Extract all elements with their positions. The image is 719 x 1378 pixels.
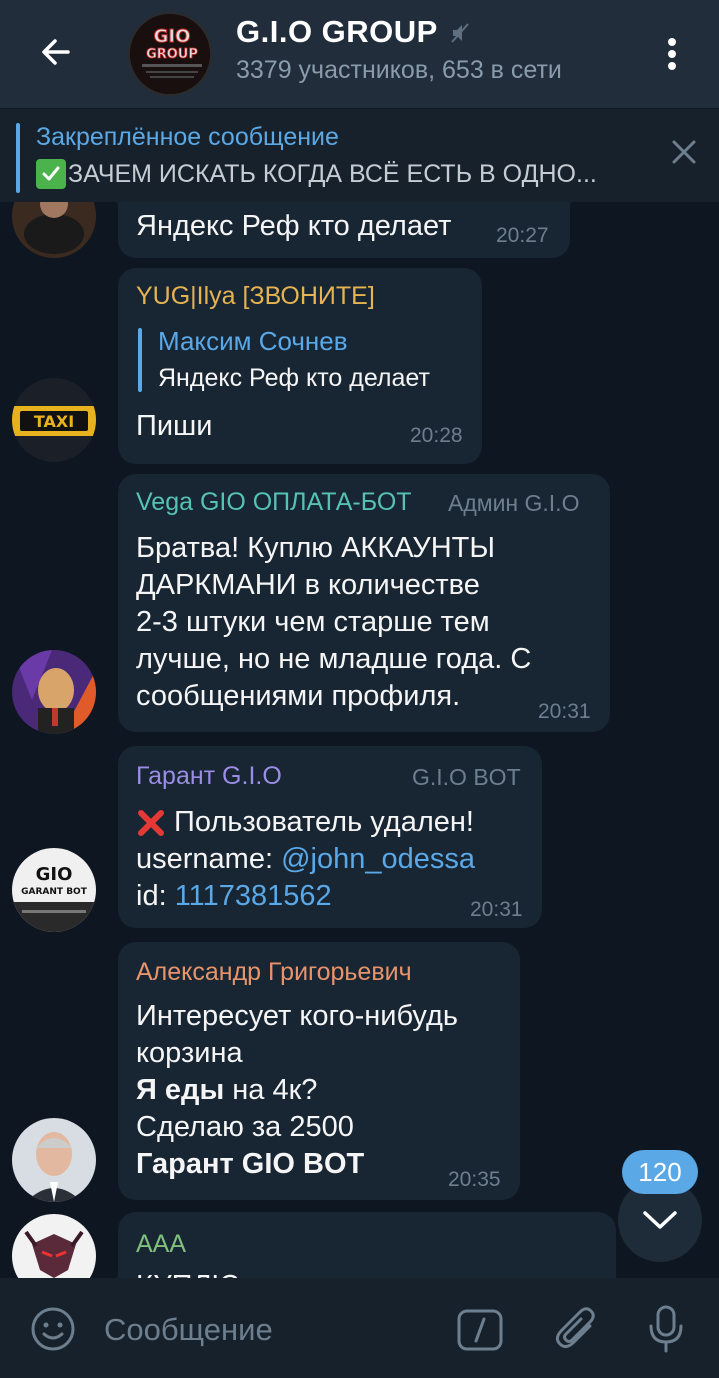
message-line: Пользователь удален! xyxy=(174,806,474,838)
sender-name[interactable]: Гарант G.I.O xyxy=(136,762,282,791)
message-line: ДАРКМАНИ в количестве xyxy=(136,569,480,601)
username-link[interactable]: @john_odessa xyxy=(281,843,475,875)
message-time: 20:31 xyxy=(470,898,523,921)
arrow-left-icon xyxy=(42,39,70,65)
reply-quote-bar xyxy=(138,328,142,392)
pinned-text: ЗАЧЕМ ИСКАТЬ КОГДА ВСЁ ЕСТЬ В ОДНО... xyxy=(36,159,646,189)
message-bubble[interactable]: Vega GIO ОПЛАТА-БОТ Админ G.I.O Братва! … xyxy=(118,474,610,732)
pinned-text-content: ЗАЧЕМ ИСКАТЬ КОГДА ВСЁ ЕСТЬ В ОДНО... xyxy=(68,159,597,188)
check-mark-icon xyxy=(36,159,66,189)
unread-count-badge[interactable]: 120 xyxy=(622,1150,698,1194)
sender-name[interactable]: Vega GIO ОПЛАТА-БОТ xyxy=(136,488,412,517)
message-input[interactable] xyxy=(104,1308,434,1352)
close-pinned-button[interactable] xyxy=(664,132,704,172)
sender-name[interactable]: Александр Григорьевич xyxy=(136,958,412,987)
chevron-down-icon xyxy=(643,1211,677,1229)
message-bold: Гарант GIO BOT xyxy=(136,1148,365,1180)
message-bubble[interactable]: AAA КУПЛЮ xyxy=(118,1212,616,1278)
pinned-label: Закреплённое сообщение xyxy=(36,123,339,151)
message-line: на 4к? xyxy=(224,1074,318,1106)
avatar[interactable] xyxy=(12,650,96,734)
reply-quote-text: Яндекс Реф кто делает xyxy=(158,364,430,392)
gio-logo-text: GIO xyxy=(36,864,73,885)
pinned-message[interactable]: Закреплённое сообщение ЗАЧЕМ ИСКАТЬ КОГД… xyxy=(0,108,719,202)
message-time: 20:27 xyxy=(496,224,549,247)
close-icon xyxy=(672,140,696,164)
bot-commands-button[interactable] xyxy=(456,1308,504,1357)
chat-title[interactable]: G.I.O GROUP xyxy=(236,14,438,50)
message-line: Интересует кого-нибудь xyxy=(136,1000,459,1032)
message-line: сообщениями профиля. xyxy=(136,680,461,712)
message-bubble[interactable]: Александр Григорьевич Интересует кого-ни… xyxy=(118,942,520,1200)
message-text: Братва! Куплю АККАУНТЫ ДАРКМАНИ в количе… xyxy=(136,530,531,715)
back-button[interactable] xyxy=(28,24,84,80)
message-bubble[interactable]: YUG|Ilya [ЗВОНИТЕ] Максим Сочнев Яндекс … xyxy=(118,268,482,464)
chat-avatar[interactable]: GIO GROUP xyxy=(128,12,212,96)
bot-role-badge: G.I.O BOT xyxy=(412,764,521,790)
gio-logo-subtext: GARANT BOT xyxy=(21,887,88,897)
chat-header: GIO GROUP G.I.O GROUP 3379 участников, 6… xyxy=(0,0,719,108)
svg-text:GROUP: GROUP xyxy=(146,47,198,62)
taxi-sign: TAXI xyxy=(34,412,74,431)
message-time: 20:31 xyxy=(538,700,591,723)
more-menu-button[interactable] xyxy=(652,26,692,82)
message-line: 2-3 штуки чем старше тем xyxy=(136,606,490,638)
sender-name[interactable]: AAA xyxy=(136,1230,186,1259)
message-composer xyxy=(0,1278,719,1378)
message-line: корзина xyxy=(136,1037,243,1069)
avatar[interactable] xyxy=(12,1214,96,1278)
message-bubble[interactable]: Гарант G.I.O G.I.O BOT Пользователь удал… xyxy=(118,746,542,928)
more-vertical-icon xyxy=(668,38,676,70)
message-bubble[interactable]: Яндекс Реф кто делает 20:27 xyxy=(118,202,570,258)
message-line: Сделаю за 2500 xyxy=(136,1111,354,1143)
pinned-indicator xyxy=(16,123,20,193)
reply-quote-author[interactable]: Максим Сочнев xyxy=(158,326,348,357)
message-bold: Я еды xyxy=(136,1074,225,1106)
message-time: 20:35 xyxy=(448,1168,501,1191)
avatar[interactable]: TAXI xyxy=(12,378,96,462)
user-id-link[interactable]: 1117381562 xyxy=(175,880,332,912)
paperclip-icon xyxy=(555,1307,595,1349)
message-line: лучше, но не младше года. С xyxy=(136,643,532,675)
emoji-button[interactable] xyxy=(30,1306,76,1357)
message-text: КУПЛЮ xyxy=(136,1268,241,1278)
message-list[interactable]: Яндекс Реф кто делает 20:27 TAXI YUG|Ily… xyxy=(0,202,719,1278)
smile-icon xyxy=(31,1307,75,1351)
slash-command-icon xyxy=(457,1309,503,1351)
mute-icon xyxy=(451,23,469,43)
message-text: Интересует кого-нибудь корзина Я еды на … xyxy=(136,998,458,1183)
message-text: Пользователь удален! username: @john_ode… xyxy=(136,804,475,915)
message-label: username: xyxy=(136,843,282,875)
chat-subtitle: 3379 участников, 653 в сети xyxy=(236,56,562,84)
message-label: id: xyxy=(136,880,175,912)
voice-message-button[interactable] xyxy=(646,1304,686,1359)
message-time: 20:28 xyxy=(410,424,463,447)
avatar[interactable] xyxy=(12,1118,96,1202)
microphone-icon xyxy=(649,1305,683,1353)
message-line: Братва! Куплю АККАУНТЫ xyxy=(136,532,496,564)
gio-group-logo: GIO GROUP xyxy=(130,14,210,94)
message-text: Яндекс Реф кто делает xyxy=(136,210,452,242)
svg-text:GIO: GIO xyxy=(154,26,191,47)
sender-name[interactable]: YUG|Ilya [ЗВОНИТЕ] xyxy=(136,282,375,311)
message-text: Пиши xyxy=(136,410,213,442)
admin-role-badge: Админ G.I.O xyxy=(448,490,580,516)
attach-button[interactable] xyxy=(554,1306,598,1357)
cross-mark-icon xyxy=(138,809,164,836)
avatar[interactable]: GIO GARANT BOT xyxy=(12,848,96,932)
avatar[interactable] xyxy=(12,202,96,258)
